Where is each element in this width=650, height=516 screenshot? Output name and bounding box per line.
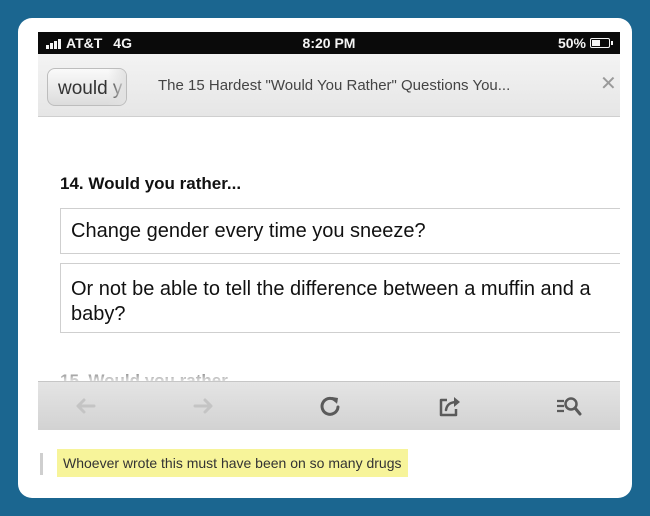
battery-icon: [590, 38, 613, 48]
share-icon[interactable]: [436, 392, 464, 420]
status-time: 8:20 PM: [302, 35, 356, 51]
back-arrow-icon[interactable]: [71, 392, 99, 420]
browser-toolbar: [38, 381, 620, 430]
caption-text: Whoever wrote this must have been on so …: [57, 449, 408, 477]
forward-arrow-icon[interactable]: [190, 392, 218, 420]
caption-divider: [40, 453, 43, 475]
screenshot-frame: AT&T 4G 8:20 PM 50% would y The 15 Harde…: [18, 18, 632, 498]
address-bar[interactable]: would y: [47, 68, 127, 106]
page-content: 14. Would you rather... Change gender ev…: [38, 117, 620, 381]
answer-option[interactable]: Or not be able to tell the difference be…: [60, 263, 620, 333]
status-bar: AT&T 4G 8:20 PM 50%: [38, 32, 620, 54]
address-fade: [108, 69, 126, 105]
next-question-heading: 15. Would you rather...: [60, 371, 242, 381]
close-icon[interactable]: ✕: [600, 74, 617, 94]
browser-tab-bar: would y The 15 Hardest "Would You Rather…: [38, 54, 620, 117]
answer-option[interactable]: Change gender every time you sneeze?: [60, 208, 620, 254]
page-title: The 15 Hardest "Would You Rather" Questi…: [158, 77, 511, 94]
reader-search-icon[interactable]: [555, 392, 583, 420]
status-right: 50%: [557, 35, 613, 51]
battery-percent: 50%: [557, 35, 586, 51]
question-heading: 14. Would you rather...: [60, 174, 242, 193]
reload-icon[interactable]: [316, 392, 344, 420]
